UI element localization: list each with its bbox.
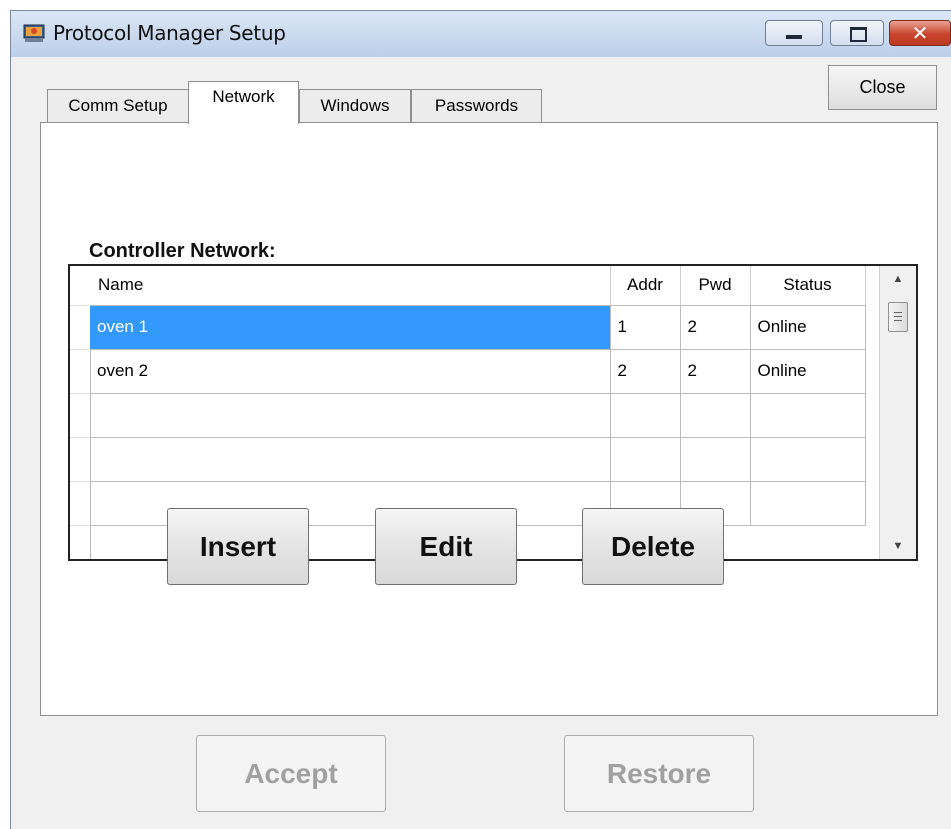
scroll-thumb[interactable] <box>888 302 908 332</box>
cell-status[interactable] <box>750 481 866 526</box>
protocol-manager-window: Protocol Manager Setup ✕ Close Comm Setu… <box>10 10 951 829</box>
row-indicator-tick <box>70 437 89 438</box>
app-icon <box>23 24 45 42</box>
window-close-button[interactable]: ✕ <box>889 20 951 46</box>
delete-button[interactable]: Delete <box>582 508 724 585</box>
cell-pwd[interactable]: 2 <box>680 349 751 394</box>
grid-table: Name Addr Pwd Status oven 1 1 2 Online o… <box>90 266 866 526</box>
cell-addr[interactable]: 1 <box>610 305 681 350</box>
maximize-button[interactable] <box>830 20 884 46</box>
tab-passwords[interactable]: Passwords <box>411 89 542 122</box>
row-indicator-tick <box>70 305 89 306</box>
grip-line <box>894 316 902 317</box>
network-tab-panel: Controller Network: Name Addr Pwd Status <box>40 122 938 716</box>
cell-status[interactable] <box>750 393 866 438</box>
cell-status[interactable]: Online <box>750 305 866 350</box>
minimize-button[interactable] <box>765 20 823 46</box>
cell-status[interactable]: Online <box>750 349 866 394</box>
column-header-pwd[interactable]: Pwd <box>680 266 751 306</box>
cell-addr[interactable]: 2 <box>610 349 681 394</box>
table-row[interactable] <box>90 393 866 438</box>
row-indicator-tick <box>70 525 89 526</box>
cell-pwd[interactable] <box>680 393 751 438</box>
row-indicator-tick <box>70 393 89 394</box>
close-icon: ✕ <box>911 21 929 45</box>
column-header-name[interactable]: Name <box>90 266 611 306</box>
insert-button[interactable]: Insert <box>167 508 309 585</box>
tab-network[interactable]: Network <box>188 81 299 124</box>
row-indicator-tick <box>70 349 89 350</box>
title-bar[interactable]: Protocol Manager Setup ✕ <box>11 11 951 57</box>
table-row[interactable] <box>90 437 866 482</box>
cell-addr[interactable] <box>610 437 681 482</box>
row-indicator-tick <box>70 481 89 482</box>
column-header-status[interactable]: Status <box>750 266 866 306</box>
minimize-icon <box>786 35 802 39</box>
grip-line <box>894 312 902 313</box>
cell-name[interactable] <box>90 437 611 482</box>
cell-name[interactable] <box>90 393 611 438</box>
maximize-icon <box>850 27 867 42</box>
cell-pwd[interactable] <box>680 437 751 482</box>
cell-addr[interactable] <box>610 393 681 438</box>
vertical-scrollbar[interactable]: ▲ ▼ <box>879 266 916 559</box>
cell-name[interactable]: oven 1 <box>90 305 611 350</box>
cell-status[interactable] <box>750 437 866 482</box>
cell-name[interactable]: oven 2 <box>90 349 611 394</box>
tab-comm-setup[interactable]: Comm Setup <box>47 89 189 122</box>
section-label-controller-network: Controller Network: <box>89 240 276 262</box>
column-header-addr[interactable]: Addr <box>610 266 681 306</box>
edit-button[interactable]: Edit <box>375 508 517 585</box>
table-row[interactable]: oven 1 1 2 Online <box>90 305 866 350</box>
accept-button[interactable]: Accept <box>196 735 386 812</box>
tab-windows[interactable]: Windows <box>299 89 411 122</box>
scroll-up-icon[interactable]: ▲ <box>880 266 916 292</box>
window-title: Protocol Manager Setup <box>53 21 286 45</box>
grid-header-row: Name Addr Pwd Status <box>90 266 866 306</box>
grip-line <box>894 320 902 321</box>
table-row[interactable]: oven 2 2 2 Online <box>90 349 866 394</box>
close-button[interactable]: Close <box>828 65 937 110</box>
scroll-down-icon[interactable]: ▼ <box>880 533 916 559</box>
cell-pwd[interactable]: 2 <box>680 305 751 350</box>
restore-button[interactable]: Restore <box>564 735 754 812</box>
row-indicator-column <box>70 266 91 559</box>
